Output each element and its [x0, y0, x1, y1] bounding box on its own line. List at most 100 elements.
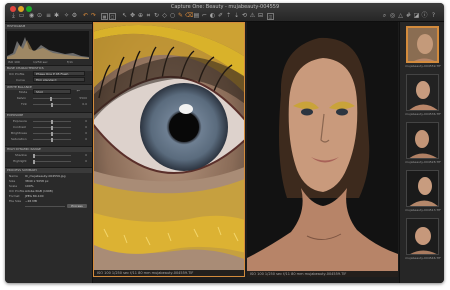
warning-icon[interactable]: ⚠ — [249, 12, 256, 19]
saturation-value[interactable]: 0 — [71, 137, 87, 141]
gear-icon[interactable]: ⚙ — [71, 12, 78, 19]
viewer-secondary[interactable]: ISO 100 1/250 sec f/11 80 mm mujabeauty-… — [247, 22, 398, 277]
list-icon[interactable]: ≡ — [45, 12, 52, 19]
zoom-icon[interactable]: ⊕ — [137, 12, 144, 19]
copy-adjust-icon[interactable]: ⇡ — [225, 12, 232, 19]
viewer-primary[interactable]: ISO 100 1/250 sec f/11 80 mm mujabeauty-… — [93, 22, 245, 277]
spot-removal-icon[interactable]: ○ — [169, 12, 176, 19]
tint-label: Tint — [21, 102, 27, 106]
redo-icon[interactable]: ↷ — [90, 12, 97, 19]
exposure-slider-handle[interactable] — [51, 119, 53, 124]
wb-picker-icon[interactable]: ⌐ — [75, 88, 82, 95]
tint-slider[interactable] — [33, 102, 71, 107]
thumbnail-caption: mujabeauty-004536.TIF — [405, 112, 441, 116]
kelvin-slider-handle[interactable] — [50, 96, 52, 101]
thumbnail-image — [408, 28, 437, 61]
thumbnail[interactable] — [406, 218, 439, 255]
compare-icon[interactable]: ⊟ — [257, 12, 264, 19]
thumbnail-caption: mujabeauty-004546.TIF — [405, 256, 441, 260]
annotate-icon[interactable]: ✐ — [217, 12, 224, 19]
thumbnail-image — [407, 75, 438, 110]
thumbnail[interactable] — [406, 170, 439, 207]
crop-icon[interactable]: ⌗ — [145, 12, 152, 19]
tool-panel: HISTOGRAM ISO 100 1/250 sec f/11 BASE CH… — [5, 22, 93, 283]
thumbnail-caption: mujabeauty-004513.TIF — [405, 208, 441, 212]
contrast-slider[interactable] — [33, 125, 71, 130]
capture-icon[interactable]: ◉ — [28, 12, 35, 19]
grid-toggle-icon[interactable]: # — [405, 12, 412, 19]
import-icon[interactable]: ⤓ — [10, 12, 17, 19]
folder-icon[interactable]: ▭ — [18, 12, 25, 19]
rotate-icon[interactable]: ↻ — [153, 12, 160, 19]
highlight-value[interactable]: 0 — [71, 159, 87, 163]
kelvin-value[interactable]: 5500 — [71, 96, 87, 100]
brush-icon[interactable]: ✎ — [177, 12, 184, 19]
keystone-icon[interactable]: ◇ — [161, 12, 168, 19]
highlight-slider-handle[interactable] — [33, 159, 35, 164]
thumbnail-image — [407, 123, 438, 158]
exposure-header[interactable]: EXPOSURE — [5, 112, 92, 118]
exposure-value[interactable]: 0 — [71, 119, 87, 123]
curve-label: Curve — [16, 78, 25, 82]
brightness-label: Brightness — [11, 131, 27, 135]
window-title: Capture One: Beauty - mujabeauty-004559 — [170, 4, 280, 10]
thumbnail-image — [407, 171, 438, 206]
brightness-slider-handle[interactable] — [51, 131, 53, 136]
saturation-slider-handle[interactable] — [51, 137, 53, 142]
undo-icon[interactable]: ↶ — [82, 12, 89, 19]
saturation-label: Saturation — [11, 137, 27, 141]
tint-slider-handle[interactable] — [51, 102, 53, 107]
proof-icon[interactable]: ◪ — [413, 12, 420, 19]
app-window: Capture One: Beauty - mujabeauty-004559 … — [5, 3, 444, 283]
loupe-icon[interactable]: ⌕ — [381, 12, 388, 19]
curve-select[interactable]: Film standard — [33, 77, 85, 82]
summary-size-label: Size — [9, 179, 16, 183]
star-icon[interactable]: ✧ — [63, 12, 70, 19]
highlight-slider[interactable] — [33, 159, 71, 164]
shadow-slider[interactable] — [33, 153, 71, 158]
settings-icon[interactable]: ✱ — [53, 12, 60, 19]
viewer-bottom-bar — [93, 277, 399, 283]
gradient-icon[interactable]: ▤ — [193, 12, 200, 19]
tint-value[interactable]: 0.0 — [71, 102, 87, 106]
eyedropper-icon[interactable]: ⌐ — [201, 12, 208, 19]
shadow-value[interactable]: 0 — [71, 153, 87, 157]
thumbnail[interactable] — [406, 74, 439, 111]
shadow-slider-handle[interactable] — [33, 153, 35, 158]
icc-profile-select[interactable]: Phase One P 45 Flash — [33, 71, 85, 76]
info-icon[interactable]: ⓘ — [421, 12, 428, 19]
brightness-slider[interactable] — [33, 131, 71, 136]
saturation-slider[interactable] — [33, 137, 71, 142]
contrast-slider-handle[interactable] — [51, 125, 53, 130]
contrast-value[interactable]: 0 — [71, 125, 87, 129]
exposure-slider[interactable] — [33, 119, 71, 124]
eraser-icon[interactable]: ⌫ — [185, 12, 193, 19]
exposure-warning-icon[interactable]: △ — [397, 12, 404, 19]
hist-shutter: 1/250 sec — [33, 60, 48, 64]
thumbnail[interactable] — [406, 122, 439, 159]
cursor-icon[interactable]: ↖ — [121, 12, 128, 19]
summary-scale-label: Scale — [9, 184, 18, 188]
process-summary-header[interactable]: PROCESS SUMMARY — [5, 167, 92, 173]
recent-icon[interactable]: ⊙ — [36, 12, 43, 19]
kelvin-label: Kelvin — [17, 96, 27, 100]
grid-view-icon[interactable]: ▦ — [101, 13, 108, 20]
kelvin-slider[interactable] — [33, 96, 71, 101]
brightness-value[interactable]: 0 — [71, 131, 87, 135]
focus-mask-icon[interactable]: ◎ — [389, 12, 396, 19]
overlay-icon[interactable]: ◫ — [267, 13, 274, 20]
hist-iso: ISO 100 — [8, 60, 20, 64]
process-progress-track — [25, 206, 65, 207]
pan-icon[interactable]: ✥ — [129, 12, 136, 19]
help-icon[interactable]: ? — [430, 12, 437, 19]
thumbnail[interactable] — [406, 26, 439, 63]
hdr-header[interactable]: HIGH DYNAMIC RANGE — [5, 146, 92, 152]
wb-mode-select[interactable]: Shot — [33, 89, 71, 94]
picker-icon[interactable]: ◐ — [209, 12, 216, 19]
viewer-primary-info: ISO 100 1/250 sec f/11 80 mm mujabeauty-… — [94, 270, 244, 276]
process-button[interactable]: Process — [67, 204, 87, 208]
single-view-icon[interactable]: ▢ — [109, 13, 116, 20]
apply-adjust-icon[interactable]: ⇣ — [233, 12, 240, 19]
reset-icon[interactable]: ⟲ — [241, 12, 248, 19]
histogram-header[interactable]: HISTOGRAM — [5, 23, 92, 29]
